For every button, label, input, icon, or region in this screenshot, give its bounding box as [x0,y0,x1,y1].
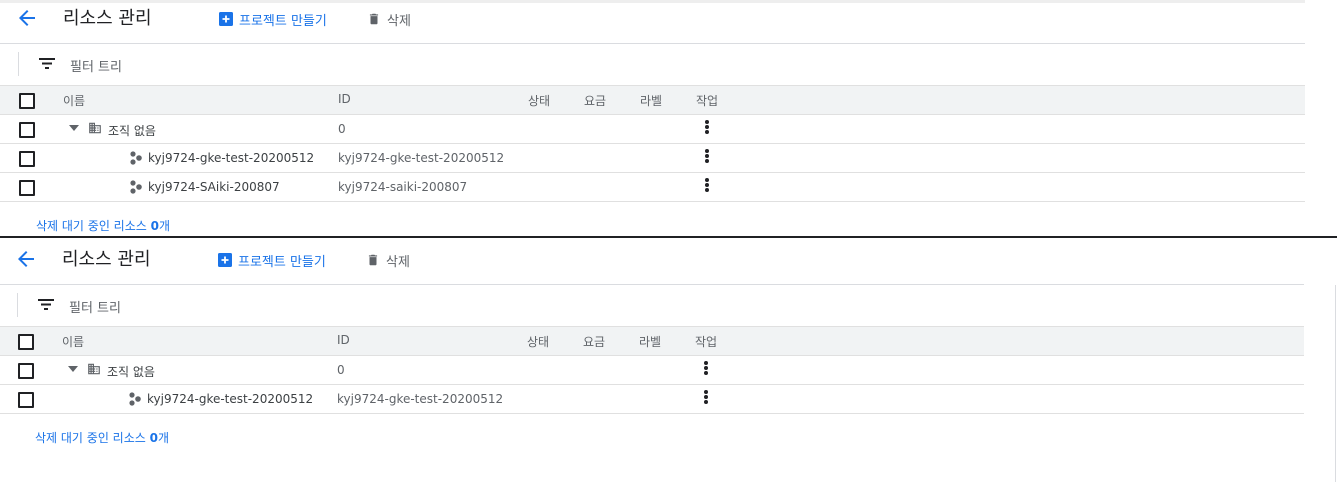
pending-suffix: 개 [158,219,171,233]
table-header: 이름 ID 상태 요금 라벨 작업 [0,327,1304,356]
table-row-org[interactable]: 조직 없음 0 [0,115,1305,144]
column-label: 라벨 [639,335,662,349]
resource-table: 이름 ID 상태 요금 라벨 작업 조직 없음 0 kyj9724-gke-te… [0,86,1305,202]
create-project-button[interactable]: 프로젝트 만들기 [218,249,326,271]
column-fee: 요금 [584,94,607,108]
table-row-project[interactable]: kyj9724-gke-test-20200512 kyj9724-gke-te… [0,385,1304,414]
add-box-icon [218,253,232,267]
more-vert-icon[interactable] [700,120,714,138]
trash-icon [369,13,379,25]
column-state: 상태 [528,94,551,108]
back-arrow-icon[interactable] [15,6,39,30]
divider [17,293,18,317]
column-state: 상태 [527,335,550,349]
filter-bar: 필터 트리 [0,285,1304,327]
delete-label: 삭제 [387,13,411,29]
project-name[interactable]: kyj9724-SAiki-200807 [148,180,280,194]
pending-prefix: 삭제 대기 중인 리소스 [35,431,150,445]
delete-button[interactable]: 삭제 [366,249,410,271]
row-checkbox[interactable] [19,180,35,196]
building-icon [89,122,101,134]
header-bar: 리소스 관리 프로젝트 만들기 삭제 [0,241,1304,285]
resource-manager-panel-2: 리소스 관리 프로젝트 만들기 삭제 필터 트리 이름 ID 상태 요금 라벨 … [0,241,1336,482]
column-id[interactable]: ID [338,92,351,106]
column-action: 작업 [695,335,718,349]
column-id[interactable]: ID [337,333,350,347]
project-name[interactable]: kyj9724-gke-test-20200512 [147,392,313,406]
row-checkbox[interactable] [19,151,35,167]
pending-deletion-link[interactable]: 삭제 대기 중인 리소스 0개 [36,217,170,234]
building-icon [88,363,100,375]
org-name[interactable]: 조직 없음 [108,122,156,139]
back-arrow-icon[interactable] [14,247,38,271]
select-all-checkbox[interactable] [19,93,35,109]
filter-tree-label[interactable]: 필터 트리 [70,56,122,75]
column-name[interactable]: 이름 [63,92,85,109]
more-vert-icon[interactable] [699,361,713,379]
filter-bar: 필터 트리 [0,44,1305,86]
divider [18,52,19,76]
column-action: 작업 [696,94,719,108]
delete-label: 삭제 [386,254,410,270]
pending-prefix: 삭제 대기 중인 리소스 [36,219,151,233]
project-dots-icon [129,392,141,406]
row-checkbox[interactable] [19,122,35,138]
org-name[interactable]: 조직 없음 [107,363,155,380]
pending-count: 0 [150,219,159,233]
org-id: 0 [337,363,345,377]
pending-suffix: 개 [157,431,170,445]
filter-tree-label[interactable]: 필터 트리 [69,297,121,316]
project-id: kyj9724-gke-test-20200512 [338,151,505,165]
org-id: 0 [338,122,346,136]
filter-list-icon[interactable] [38,298,54,310]
more-vert-icon[interactable] [700,178,714,196]
table-row-project[interactable]: kyj9724-gke-test-20200512 kyj9724-gke-te… [0,144,1305,173]
table-row-org[interactable]: 조직 없음 0 [0,356,1304,385]
project-id: kyj9724-saiki-200807 [338,180,468,194]
create-project-label: 프로젝트 만들기 [238,254,326,270]
project-dots-icon [130,151,142,165]
table-row-project[interactable]: kyj9724-SAiki-200807 kyj9724-saiki-20080… [0,173,1305,202]
row-checkbox[interactable] [18,392,34,408]
more-vert-icon[interactable] [699,390,713,408]
resource-table: 이름 ID 상태 요금 라벨 작업 조직 없음 0 kyj9724-gke-te… [0,327,1304,414]
header-bar: 리소스 관리 프로젝트 만들기 삭제 [0,0,1305,44]
delete-button[interactable]: 삭제 [367,8,411,30]
caret-down-icon[interactable] [69,125,79,131]
table-header: 이름 ID 상태 요금 라벨 작업 [0,86,1305,115]
pending-deletion-link[interactable]: 삭제 대기 중인 리소스 0개 [35,429,169,446]
scrollbar-track [1335,285,1336,482]
column-name[interactable]: 이름 [62,333,84,350]
trash-icon [368,254,378,266]
project-name[interactable]: kyj9724-gke-test-20200512 [148,151,314,165]
pending-count: 0 [149,431,158,445]
create-project-button[interactable]: 프로젝트 만들기 [219,8,327,30]
column-label: 라벨 [640,94,663,108]
panel-separator [0,236,1337,238]
project-dots-icon [130,180,142,194]
more-vert-icon[interactable] [700,149,714,167]
column-fee: 요금 [583,335,606,349]
page-title: 리소스 관리 [63,8,152,29]
caret-down-icon[interactable] [68,366,78,372]
project-id: kyj9724-gke-test-20200512 [337,392,504,406]
select-all-checkbox[interactable] [18,334,34,350]
page-title: 리소스 관리 [62,249,151,270]
create-project-label: 프로젝트 만들기 [239,13,327,29]
resource-manager-panel-1: 리소스 관리 프로젝트 만들기 삭제 필터 트리 이름 ID 상태 요금 라벨 … [0,0,1337,241]
add-box-icon [219,12,233,26]
row-checkbox[interactable] [18,363,34,379]
filter-list-icon[interactable] [39,57,55,69]
